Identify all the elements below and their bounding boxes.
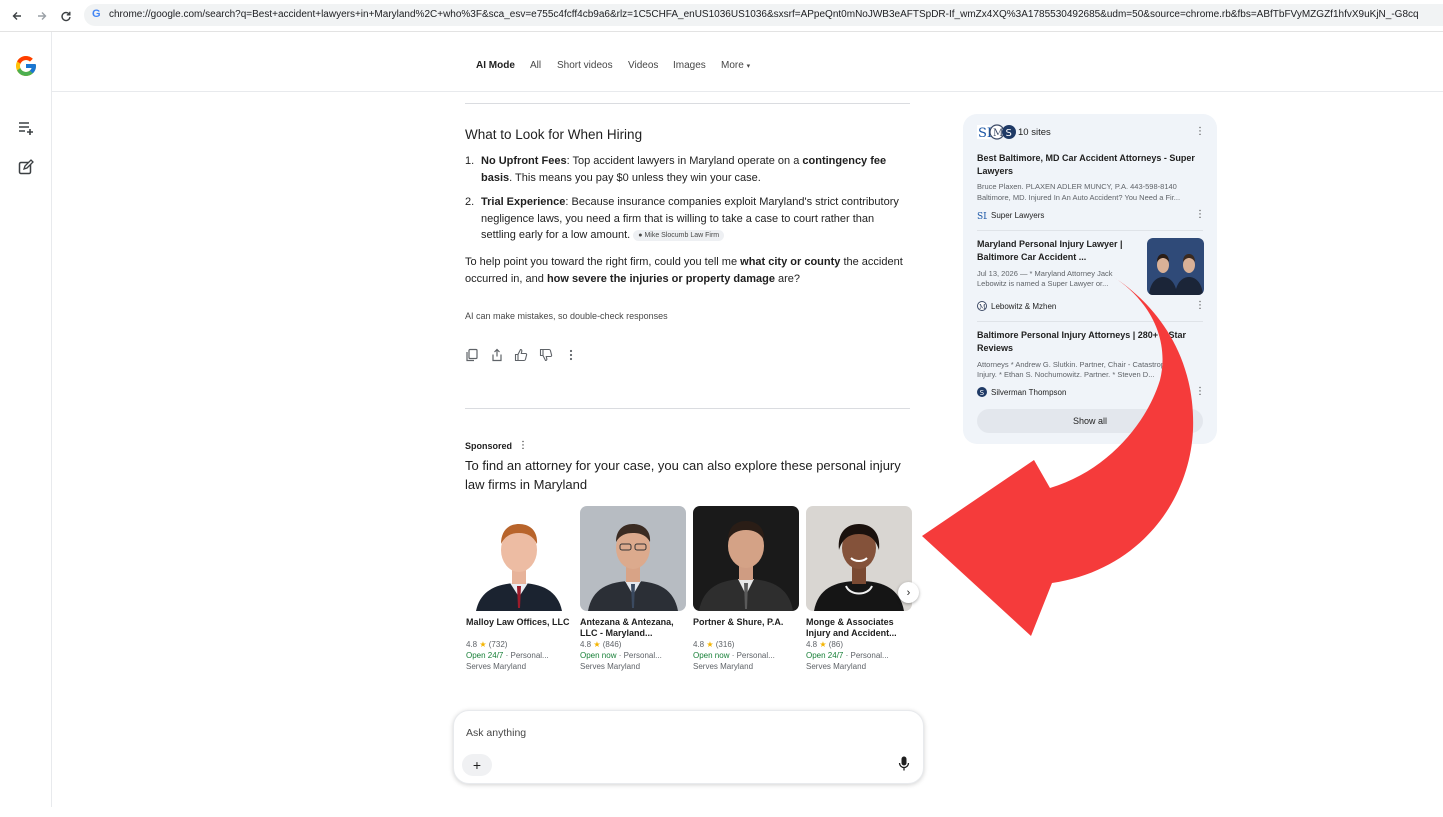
source-snippet: Jul 13, 2026 — * Maryland Attorney Jack bbox=[977, 269, 1113, 278]
reload-icon[interactable] bbox=[56, 6, 76, 26]
source-thumbnail bbox=[1147, 238, 1204, 295]
svg-text:M: M bbox=[979, 303, 986, 311]
panel-more-icon[interactable]: ⋮ bbox=[1195, 126, 1205, 137]
carousel-next-button[interactable]: › bbox=[898, 582, 919, 603]
tab-short-videos[interactable]: Short videos bbox=[557, 60, 613, 71]
star-icon: ★ bbox=[593, 640, 601, 649]
star-icon: ★ bbox=[479, 640, 487, 649]
law-firm-card[interactable]: Monge & Associates Injury and Accident..… bbox=[806, 506, 912, 672]
tab-videos[interactable]: Videos bbox=[628, 60, 658, 71]
attorney-photo bbox=[806, 506, 912, 611]
source-more-icon[interactable]: ⋮ bbox=[1195, 300, 1205, 311]
google-logo-icon[interactable] bbox=[14, 54, 38, 78]
sources-panel: SL M S 10 sites ⋮ Best Baltimore, MD Car… bbox=[963, 114, 1217, 444]
source-title[interactable]: Best Baltimore, MD Car Accident Attorney… bbox=[977, 152, 1202, 178]
rating-line: 4.8 ★ (846) bbox=[580, 640, 622, 649]
law-firm-card[interactable]: Antezana & Antezana, LLC - Maryland... 4… bbox=[580, 506, 686, 672]
sources-count: 10 sites bbox=[1018, 127, 1051, 138]
super-lawyers-favicon-icon: SL bbox=[977, 212, 987, 220]
divider bbox=[465, 103, 910, 104]
hours-line: Open now · Personal... bbox=[580, 651, 662, 660]
attorney-photo bbox=[580, 506, 686, 611]
source-title[interactable]: Baltimore Personal Injury Attorneys | 28… bbox=[977, 329, 1207, 355]
url-text[interactable]: chrome://google.com/search?q=Best+accide… bbox=[109, 9, 1419, 20]
search-tabs: AI Mode All Short videos Videos Images M… bbox=[52, 32, 1443, 92]
hours-line: Open 24/7 · Personal... bbox=[466, 651, 549, 660]
svg-text:S: S bbox=[1006, 128, 1012, 139]
hours-line: Open 24/7 · Personal... bbox=[806, 651, 889, 660]
law-firm-card[interactable]: Malloy Law Offices, LLC 4.8 ★ (732) Open… bbox=[466, 506, 572, 672]
back-arrow-icon[interactable] bbox=[7, 6, 27, 26]
svg-text:SL: SL bbox=[977, 212, 987, 220]
forward-arrow-icon[interactable] bbox=[32, 6, 52, 26]
source-snippet: Attorneys * Andrew G. Slutkin. Partner, … bbox=[977, 360, 1175, 369]
plus-icon: + bbox=[472, 757, 482, 773]
microphone-icon[interactable] bbox=[898, 756, 910, 772]
source-snippet: Baltimore, MD. Injured In An Auto Accide… bbox=[977, 193, 1181, 202]
star-icon: ★ bbox=[819, 640, 827, 649]
source-snippet: Injury. * Ethan S. Nochumowitz. Partner.… bbox=[977, 370, 1155, 379]
list-item: 2. Trial Experience: Because insurance c… bbox=[465, 196, 899, 241]
left-rail bbox=[0, 32, 52, 807]
tab-more[interactable]: More ▾ bbox=[721, 60, 750, 71]
law-firm-card[interactable]: Portner & Shure, P.A. 4.8 ★ (316) Open n… bbox=[693, 506, 799, 672]
svg-text:M: M bbox=[993, 128, 1003, 139]
divider bbox=[465, 408, 910, 409]
list-item: 1. No Upfront Fees: Top accident lawyers… bbox=[465, 155, 887, 184]
chevron-right-icon: › bbox=[906, 586, 911, 599]
thumbs-up-icon[interactable] bbox=[514, 348, 528, 362]
add-attachment-button[interactable]: + bbox=[462, 754, 492, 776]
source-snippet: Lebowitz is named a Super Lawyer or... bbox=[977, 279, 1109, 288]
browser-window: G chrome://google.com/search?q=Best+acci… bbox=[0, 0, 1443, 817]
tab-ai-mode[interactable]: AI Mode bbox=[476, 60, 515, 71]
source-site[interactable]: Lebowitz & Mzhen bbox=[991, 302, 1056, 311]
tab-all[interactable]: All bbox=[530, 60, 541, 71]
google-favicon-icon: G bbox=[92, 8, 101, 20]
share-icon[interactable] bbox=[490, 348, 504, 362]
source-logos-icon: SL M S bbox=[977, 124, 1016, 140]
source-title[interactable]: Maryland Personal Injury Lawyer | Baltim… bbox=[977, 238, 1139, 264]
source-snippet: Bruce Plaxen. PLAXEN ADLER MUNCY, P.A. 4… bbox=[977, 182, 1177, 191]
answer-heading: What to Look for When Hiring bbox=[465, 127, 643, 142]
rating-line: 4.8 ★ (732) bbox=[466, 640, 508, 649]
source-site[interactable]: Super Lawyers bbox=[991, 211, 1044, 220]
divider bbox=[977, 230, 1203, 231]
source-more-icon[interactable]: ⋮ bbox=[1195, 386, 1205, 397]
silverman-favicon-icon: S bbox=[977, 387, 987, 397]
source-site[interactable]: Silverman Thompson bbox=[991, 388, 1066, 397]
ask-input[interactable]: Ask anything bbox=[466, 727, 526, 739]
history-list-icon[interactable] bbox=[17, 119, 35, 137]
hours-line: Open now · Personal... bbox=[693, 651, 775, 660]
source-chip[interactable]: ● Mike Slocumb Law Firm bbox=[633, 230, 725, 241]
sponsored-heading: To find an attorney for your case, you c… bbox=[465, 458, 901, 492]
more-options-icon[interactable] bbox=[564, 348, 578, 362]
show-all-button[interactable]: Show all bbox=[977, 409, 1203, 433]
tab-images[interactable]: Images bbox=[673, 60, 706, 71]
divider bbox=[977, 321, 1203, 322]
ask-input-box[interactable]: Ask anything + bbox=[453, 710, 924, 784]
address-bar[interactable]: G chrome://google.com/search?q=Best+acci… bbox=[84, 4, 1443, 26]
star-icon: ★ bbox=[706, 640, 714, 649]
followup-question: To help point you toward the right firm,… bbox=[465, 256, 903, 285]
answer-list: 1. No Upfront Fees: Top accident lawyers… bbox=[465, 153, 905, 252]
sponsored-info-icon[interactable]: ⋮ bbox=[518, 440, 528, 451]
lebowitz-favicon-icon: M bbox=[977, 301, 987, 311]
rating-line: 4.8 ★ (316) bbox=[693, 640, 735, 649]
thumbs-down-icon[interactable] bbox=[539, 348, 553, 362]
sponsored-label: Sponsored bbox=[465, 441, 513, 451]
rating-line: 4.8 ★ (86) bbox=[806, 640, 843, 649]
svg-text:S: S bbox=[980, 389, 985, 397]
caret-down-icon: ▾ bbox=[746, 63, 751, 70]
new-chat-icon[interactable] bbox=[17, 159, 35, 177]
attorney-photo bbox=[693, 506, 799, 611]
ai-disclaimer: AI can make mistakes, so double-check re… bbox=[465, 311, 668, 321]
source-favicon-icon: ● bbox=[638, 232, 643, 239]
browser-toolbar: G chrome://google.com/search?q=Best+acci… bbox=[0, 0, 1443, 32]
attorney-photo bbox=[466, 506, 572, 611]
source-more-icon[interactable]: ⋮ bbox=[1195, 209, 1205, 220]
copy-icon[interactable] bbox=[465, 348, 479, 362]
